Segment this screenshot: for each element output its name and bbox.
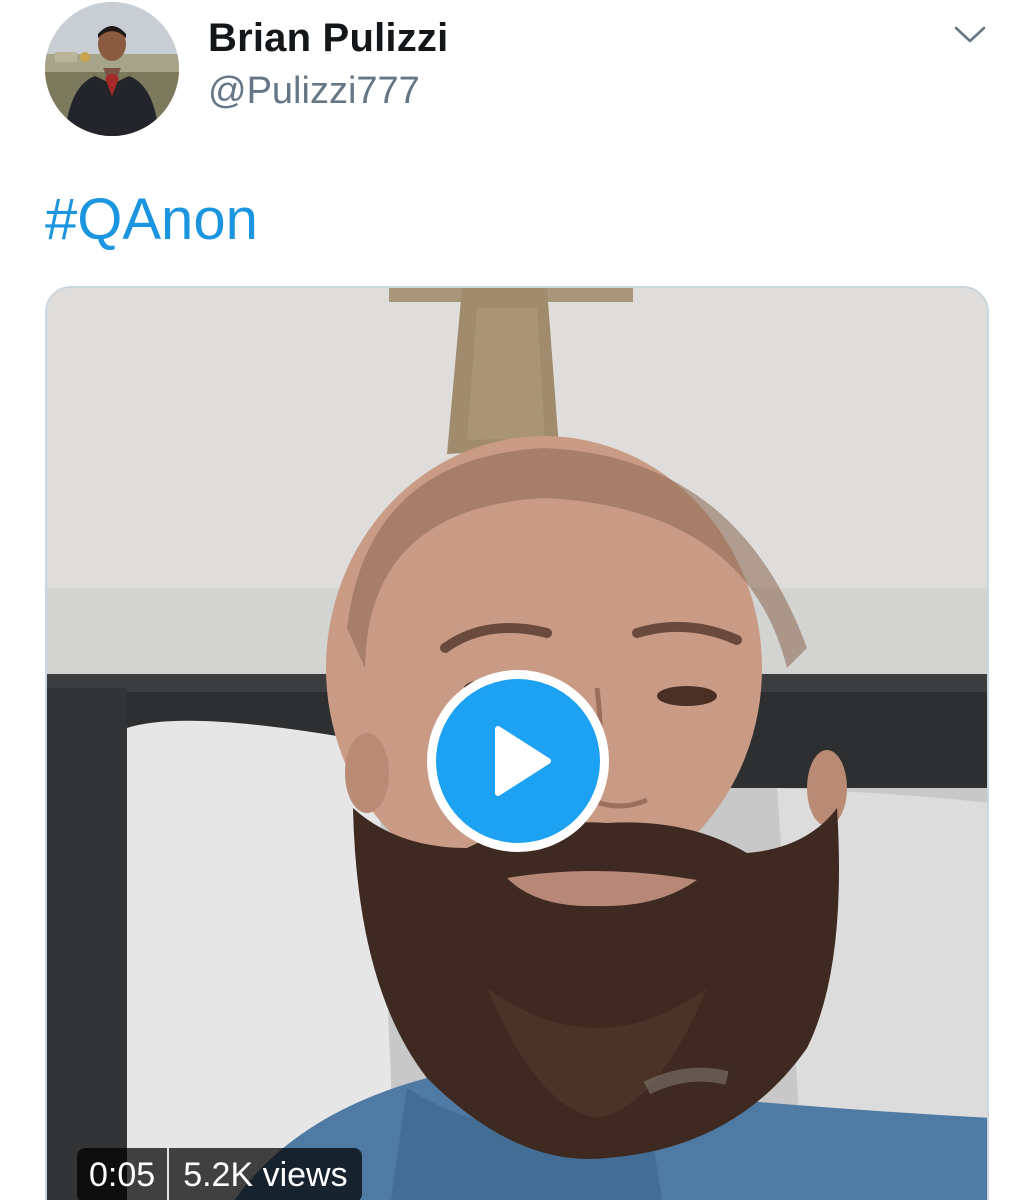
video-player[interactable]: 0:05 5.2K views: [45, 286, 989, 1200]
hashtag-link[interactable]: #QAnon: [45, 186, 258, 254]
author-handle[interactable]: @Pulizzi777: [208, 68, 420, 114]
avatar[interactable]: [45, 2, 179, 136]
author-display-name[interactable]: Brian Pulizzi: [208, 14, 448, 62]
video-duration: 0:05: [89, 1156, 156, 1194]
play-button-circle: [436, 679, 600, 843]
video-view-count: 5.2K views: [183, 1156, 348, 1194]
video-info-badge: 0:05 5.2K views: [77, 1148, 362, 1200]
tweet-card[interactable]: Brian Pulizzi @Pulizzi777 #QAnon 0:05 5.…: [0, 0, 1035, 1200]
play-icon: [495, 726, 551, 796]
play-button[interactable]: [427, 670, 609, 852]
tweet-menu-button[interactable]: [950, 18, 990, 52]
avatar-photo: [45, 2, 179, 136]
chevron-down-icon: [954, 26, 986, 43]
